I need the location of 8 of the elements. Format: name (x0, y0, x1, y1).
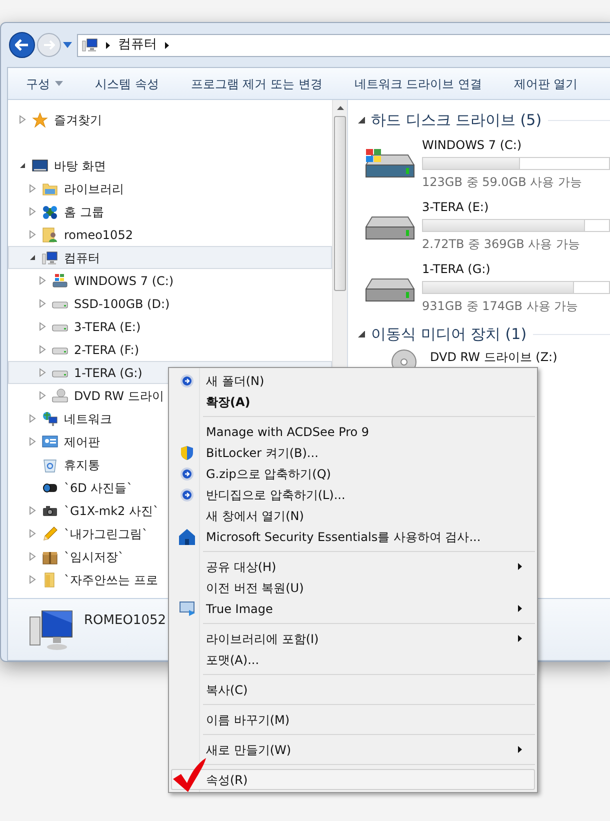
drive-name: 3-TERA (E:) (422, 198, 490, 216)
drive-name: 1-TERA (G:) (422, 260, 492, 278)
free-space-text: 931GB 중 174GB 사용 가능 (422, 298, 580, 314)
drive-name: WINDOWS 7 (C:) (422, 136, 523, 154)
free-space-text: 123GB 중 59.0GB 사용 가능 (422, 174, 583, 190)
drive-name: DVD RW 드라이브 (Z:) (430, 349, 558, 366)
free-space-text: 2.72TB 중 369GB 사용 가능 (422, 236, 581, 252)
computer-name: ROMEO1052 (84, 612, 166, 630)
